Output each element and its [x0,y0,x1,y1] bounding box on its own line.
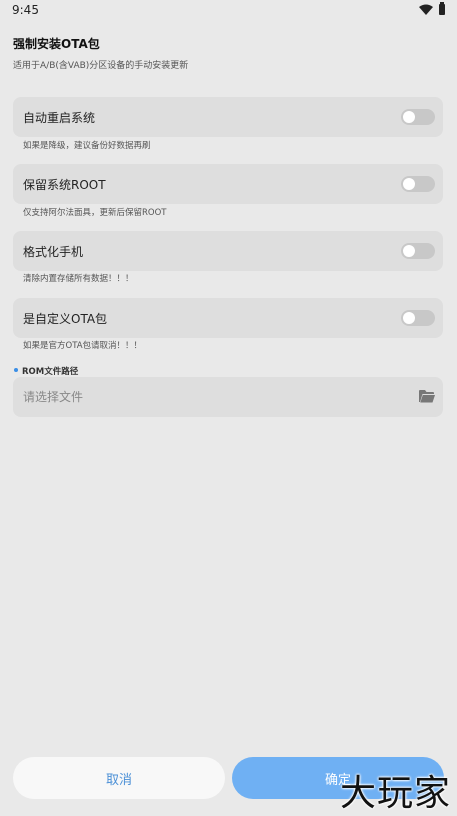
option-auto-reboot[interactable]: 自动重启系统 [13,97,443,137]
option-hint: 如果是降级，建议备份好数据再刷 [23,141,151,151]
rom-path-label: ROM文件路径 [22,367,79,377]
option-hint: 清除内置存储所有数据！！！ [23,274,134,284]
toggle-knob [403,245,415,257]
watermark: 大玩家 [339,773,451,814]
option-custom-ota[interactable]: 是自定义OTA包 [13,298,443,338]
option-label: 保留系统ROOT [23,178,106,192]
battery-icon [439,2,445,15]
option-format-phone[interactable]: 格式化手机 [13,231,443,271]
status-bar: 9:45 [0,0,457,22]
toggle-knob [403,178,415,190]
status-icons [419,2,445,15]
status-time: 9:45 [12,3,39,17]
option-label: 格式化手机 [23,245,84,259]
option-hint: 如果是官方OTA包请取消！！！ [23,341,143,351]
option-label: 自动重启系统 [23,111,96,125]
wifi-icon [419,4,433,15]
toggle-knob [403,312,415,324]
format-phone-toggle[interactable] [401,243,435,259]
option-keep-root[interactable]: 保留系统ROOT [13,164,443,204]
folder-open-icon[interactable] [419,390,435,403]
keep-root-toggle[interactable] [401,176,435,192]
cancel-button[interactable]: 取消 [13,757,225,799]
option-label: 是自定义OTA包 [23,312,108,326]
field-indicator-dot [14,368,18,372]
toggle-knob [403,111,415,123]
page-subtitle: 适用于A/B(含VAB)分区设备的手动安装更新 [13,61,189,71]
rom-path-input[interactable] [13,377,443,417]
custom-ota-toggle[interactable] [401,310,435,326]
auto-reboot-toggle[interactable] [401,109,435,125]
option-hint: 仅支持阿尔法面具，更新后保留ROOT [23,208,167,218]
page-title: 强制安装OTA包 [13,37,100,51]
